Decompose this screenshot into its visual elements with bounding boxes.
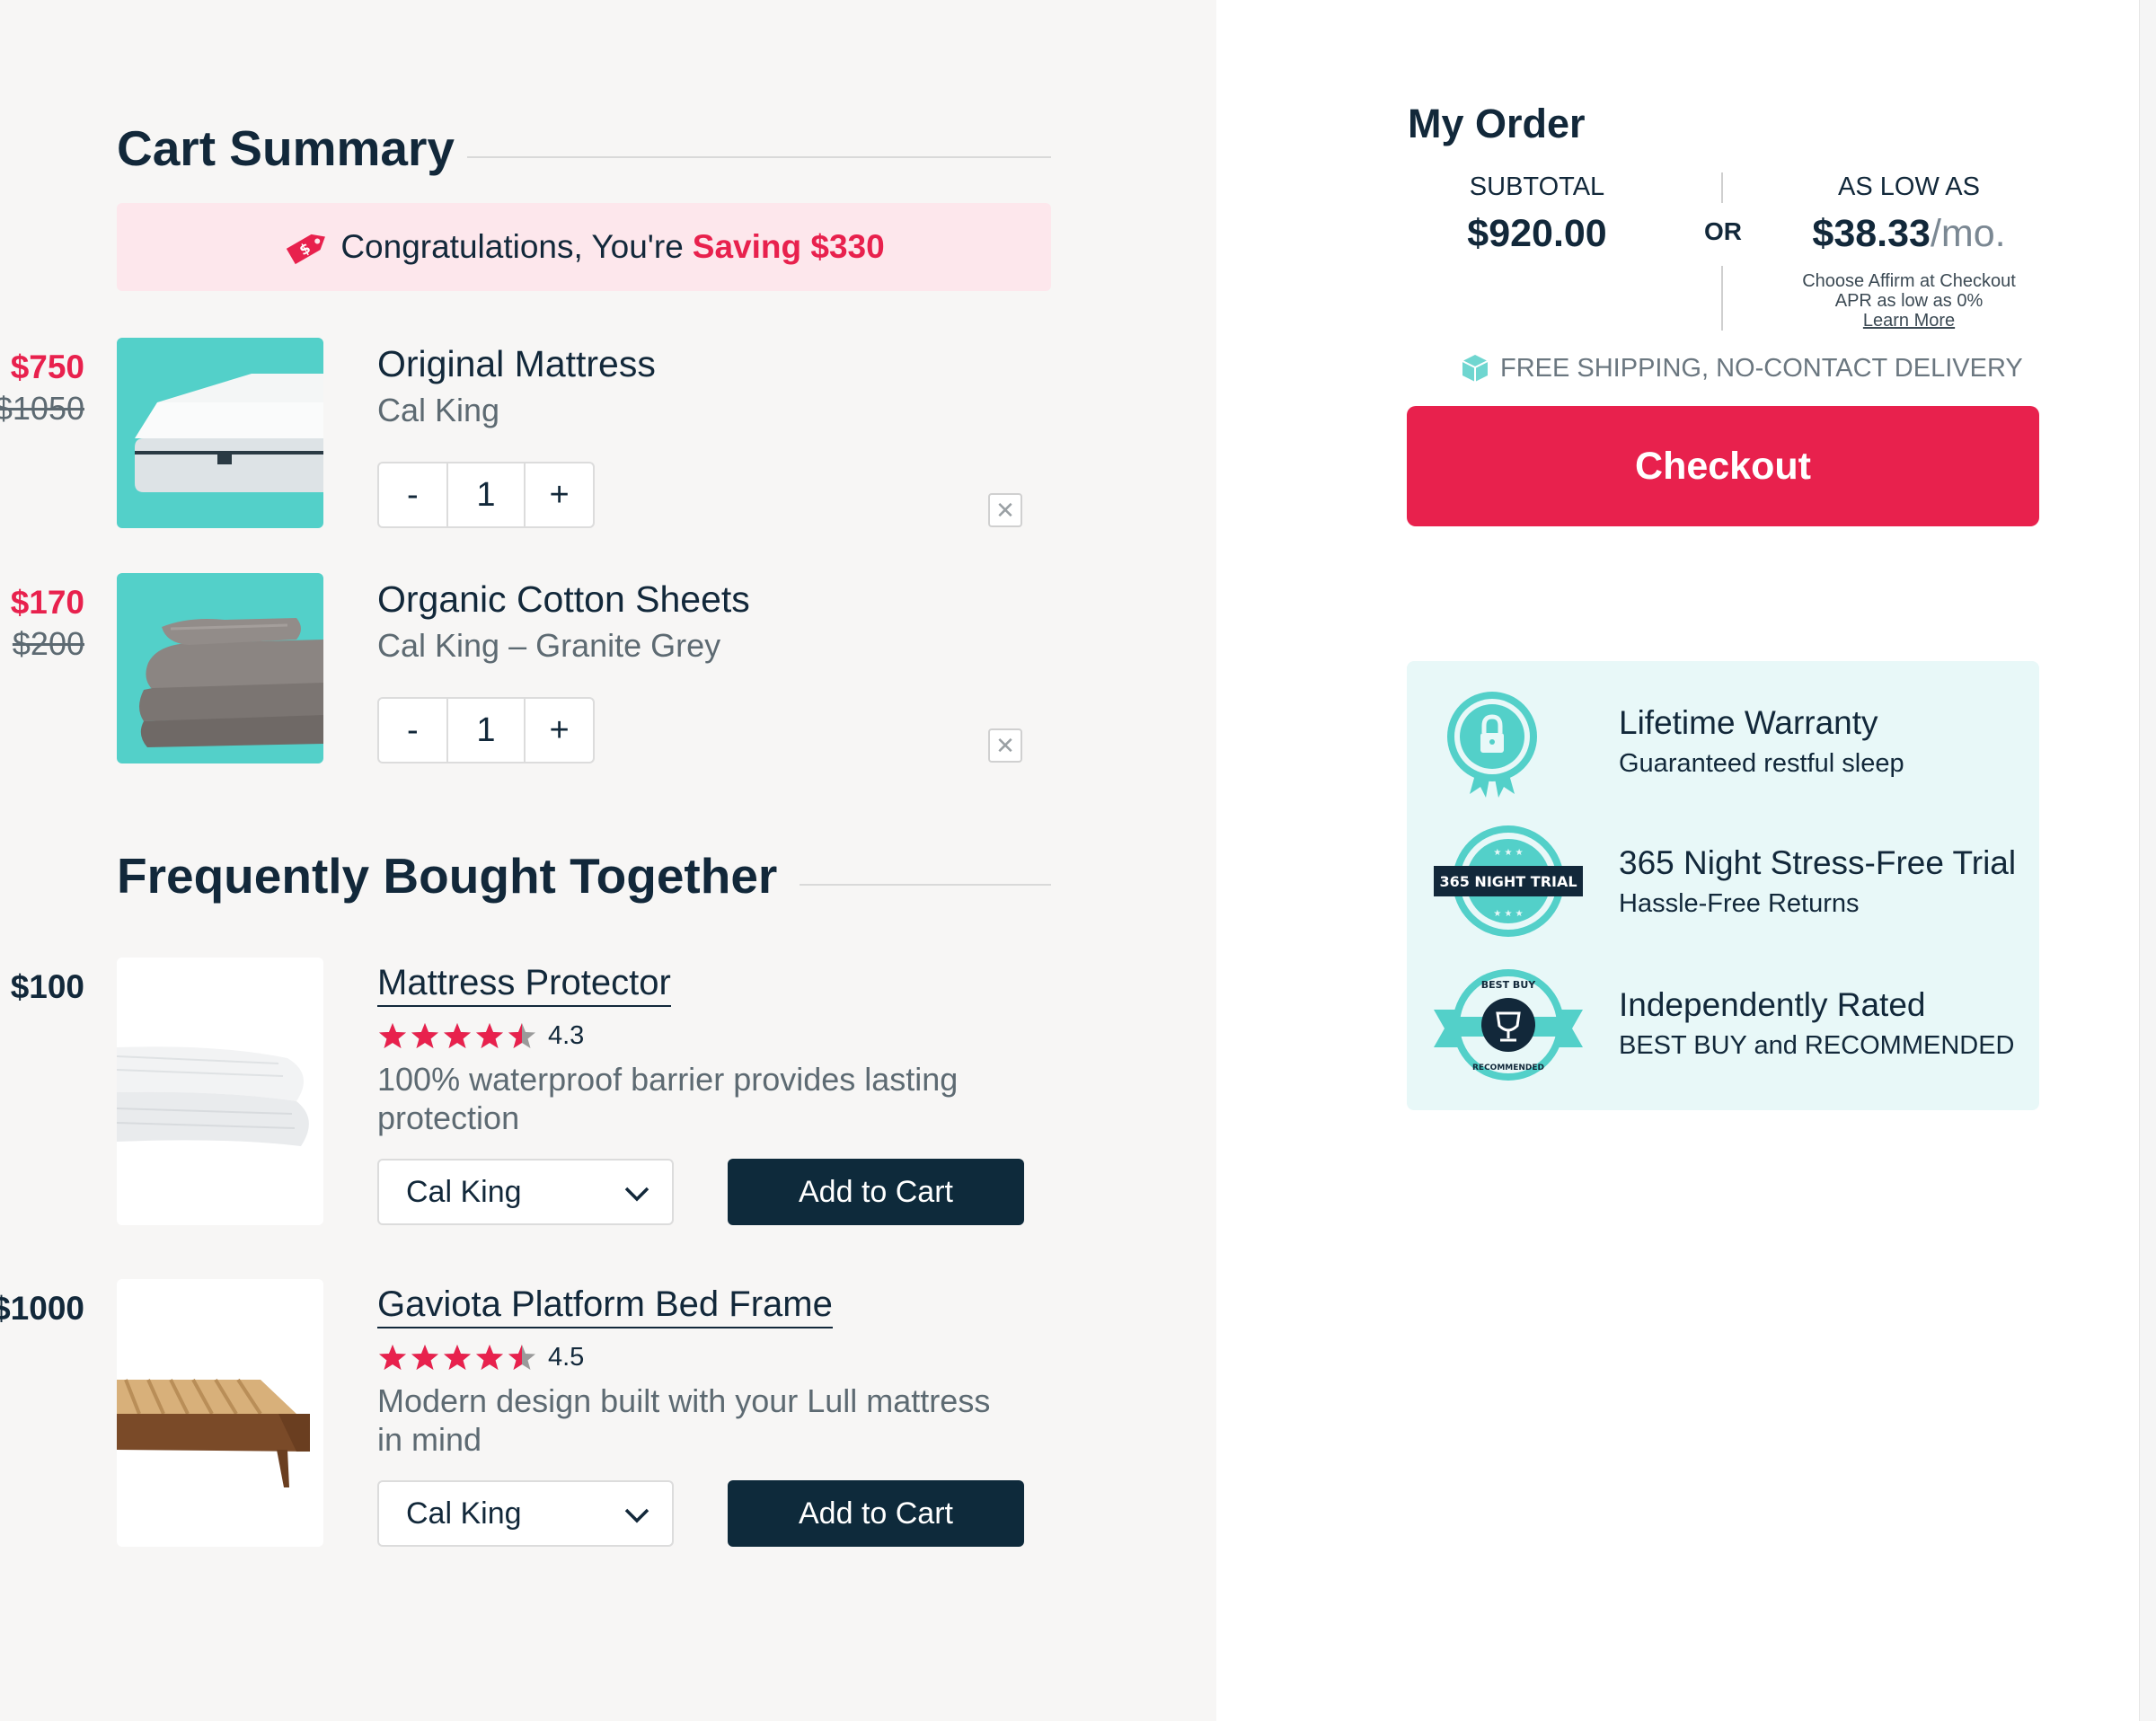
section-rule [800, 884, 1051, 886]
decrease-quantity-button[interactable]: - [379, 463, 446, 526]
star-icon [379, 1023, 406, 1048]
subtotal-value: $920.00 [1467, 212, 1607, 255]
close-icon: ✕ [995, 731, 1015, 759]
star-icon [444, 1023, 471, 1048]
monthly-amount: $38.33 [1812, 212, 1931, 255]
product-description: 100% waterproof barrier provides lasting… [377, 1061, 959, 1136]
fbt-title: Frequently Bought Together [117, 852, 791, 901]
star-rating: 4.3 [377, 1020, 584, 1051]
cart-item-variant: Cal King – Granite Grey [377, 627, 721, 664]
subtotal-label: SUBTOTAL [1469, 172, 1605, 201]
size-select[interactable]: Cal King [377, 1480, 674, 1547]
rating-value: 4.3 [548, 1020, 585, 1050]
product-link[interactable]: Gaviota Platform Bed Frame [377, 1284, 833, 1328]
size-select-value: Cal King [406, 1496, 522, 1531]
my-order-title: My Order [1408, 101, 1586, 146]
quantity-stepper: - 1 + [377, 697, 595, 763]
cart-item-variant: Cal King [377, 392, 500, 428]
shipping-text: FREE SHIPPING, NO-CONTACT DELIVERY [1500, 353, 2023, 383]
badge-top-text: BEST BUY [1481, 979, 1536, 991]
affirm-line: Choose Affirm at Checkout [1802, 271, 2016, 291]
chevron-down-icon [624, 1508, 649, 1523]
scrollbar[interactable] [2139, 0, 2156, 1721]
quantity-stepper: - 1 + [377, 462, 595, 528]
product-description: Modern design built with your Lull mattr… [377, 1382, 991, 1458]
as-low-as-label: AS LOW AS [1838, 172, 1980, 201]
add-to-cart-button[interactable]: Add to Cart [728, 1480, 1024, 1547]
star-rating: 4.5 [377, 1342, 584, 1372]
decrease-quantity-button[interactable]: - [379, 699, 446, 762]
increase-quantity-button[interactable]: + [526, 699, 593, 762]
size-select[interactable]: Cal King [377, 1159, 674, 1225]
benefits-box: Lifetime Warranty Guaranteed restful sle… [1407, 661, 2039, 1110]
remove-item-button[interactable]: ✕ [988, 728, 1022, 763]
monthly-payment: $38.33/mo. [1756, 212, 2062, 256]
affirm-info: Choose Affirm at Checkout APR as low as … [1779, 271, 2039, 331]
quantity-value: 1 [446, 463, 526, 526]
cart-item-price: $170 [10, 584, 84, 621]
star-icon [411, 1345, 438, 1370]
best-buy-badge-icon: BEST BUY RECOMMENDED [1434, 969, 1583, 1081]
close-icon: ✕ [995, 496, 1015, 524]
star-icon [444, 1345, 471, 1370]
increase-quantity-button[interactable]: + [526, 463, 593, 526]
monthly-suffix: /mo. [1930, 212, 2006, 255]
organic-cotton-sheets-image[interactable] [117, 573, 323, 763]
savings-text: Congratulations, You're [340, 228, 684, 265]
cart-item-price: $750 [10, 349, 84, 385]
savings-banner: $ Congratulations, You're Saving $330 [117, 203, 1051, 291]
add-to-cart-button[interactable]: Add to Cart [728, 1159, 1024, 1225]
cart-panel: Cart Summary $ Congratulations, You're S… [0, 0, 1216, 1721]
chevron-down-icon [624, 1187, 649, 1202]
mattress-protector-image[interactable] [117, 958, 323, 1225]
size-select-value: Cal King [406, 1174, 522, 1209]
benefit-subtitle: Hassle-Free Returns [1619, 889, 1860, 918]
cart-item-original-price: $1050 [0, 390, 84, 427]
benefit-subtitle: BEST BUY and RECOMMENDED [1619, 1031, 2015, 1060]
benefit-title: 365 Night Stress-Free Trial [1619, 844, 2017, 881]
star-icon [476, 1023, 503, 1048]
learn-more-link[interactable]: Learn More [1779, 311, 2039, 331]
star-icon [379, 1345, 406, 1370]
remove-item-button[interactable]: ✕ [988, 493, 1022, 527]
affirm-apr: APR as low as 0% [1834, 291, 1984, 311]
svg-text:★ ★ ★: ★ ★ ★ [1493, 848, 1523, 858]
trial-badge-text: 365 NIGHT TRIAL [1439, 873, 1577, 890]
bed-frame-image[interactable] [117, 1279, 323, 1547]
cart-summary-title: Cart Summary [117, 124, 467, 173]
badge-bottom-text: RECOMMENDED [1472, 1063, 1544, 1072]
trial-badge-icon: ★ ★ ★ ★ ★ ★ 365 NIGHT TRIAL [1434, 825, 1583, 937]
lock-ribbon-icon [1447, 692, 1537, 798]
quantity-value: 1 [446, 699, 526, 762]
savings-amount: Saving $330 [692, 228, 885, 265]
divider [1721, 172, 1723, 203]
benefit-title: Lifetime Warranty [1619, 704, 1878, 741]
star-icon [411, 1023, 438, 1048]
divider [1721, 266, 1723, 331]
section-rule [467, 156, 1051, 158]
shipping-notice: FREE SHIPPING, NO-CONTACT DELIVERY [1459, 352, 2023, 384]
product-price: $100 [10, 968, 84, 1005]
product-link[interactable]: Mattress Protector [377, 963, 671, 1007]
rating-value: 4.5 [548, 1342, 585, 1372]
checkout-button[interactable]: Checkout [1407, 406, 2039, 526]
svg-text:★ ★ ★: ★ ★ ★ [1493, 909, 1523, 919]
benefit-subtitle: Guaranteed restful sleep [1619, 749, 1904, 778]
star-icon [508, 1023, 535, 1048]
cart-item-original-price: $200 [12, 625, 84, 662]
or-label: OR [1704, 217, 1742, 245]
price-tag-icon: $ [287, 234, 326, 265]
product-price: $1000 [0, 1290, 84, 1327]
cart-item-name[interactable]: Original Mattress [377, 343, 656, 385]
box-icon [1462, 355, 1489, 382]
original-mattress-image[interactable] [117, 338, 323, 528]
star-icon [476, 1345, 503, 1370]
star-icon [508, 1345, 535, 1370]
cart-item-name[interactable]: Organic Cotton Sheets [377, 578, 750, 621]
benefit-title: Independently Rated [1619, 986, 1926, 1023]
